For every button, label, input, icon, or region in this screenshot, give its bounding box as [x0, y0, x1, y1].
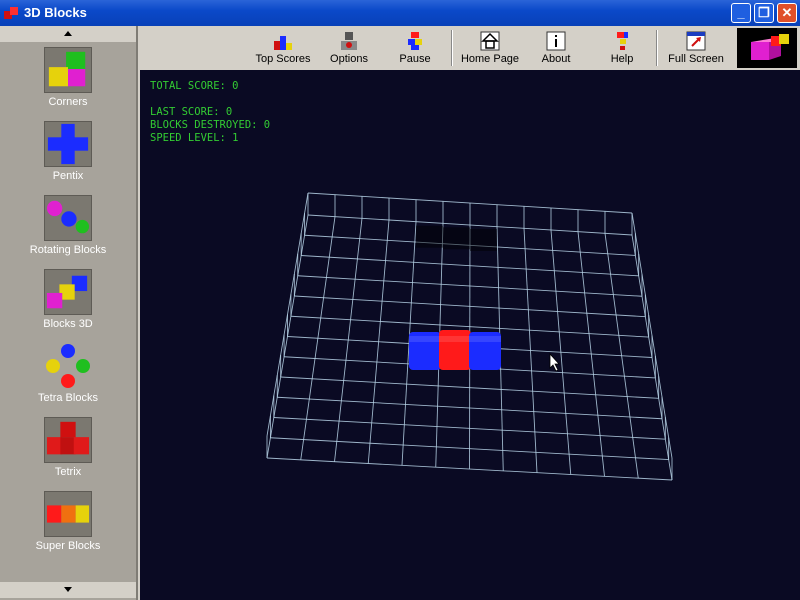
game-board	[266, 192, 673, 481]
mouse-cursor	[549, 352, 560, 372]
falling-piece	[409, 330, 501, 370]
app-window: 3D Blocks _ ❐ ✕ Corners Pentix Rotating …	[0, 0, 800, 600]
